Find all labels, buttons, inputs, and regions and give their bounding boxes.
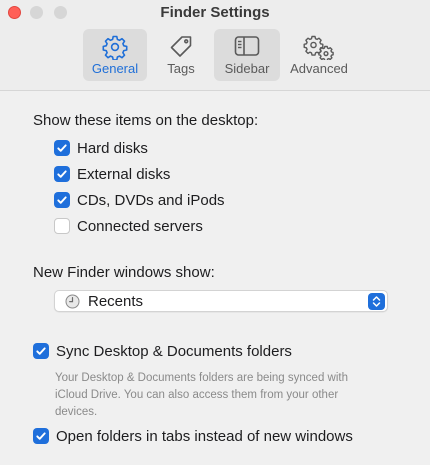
clock-icon [65, 294, 80, 309]
sync-desktop-documents-label: Sync Desktop & Documents folders [56, 342, 292, 360]
gear-icon [102, 35, 128, 60]
external-disks-label: External disks [77, 165, 171, 183]
checkbox-checked[interactable] [54, 166, 70, 182]
checkbox-checked[interactable] [33, 343, 49, 359]
desktop-items-heading: Show these items on the desktop: [33, 112, 259, 129]
window-title: Finder Settings [160, 4, 270, 21]
hard-disks-checkbox[interactable]: Hard disks [54, 139, 148, 157]
connected-servers-checkbox[interactable]: Connected servers [54, 217, 203, 235]
chevron-up-down-icon[interactable] [368, 293, 385, 310]
checkmark-icon [36, 432, 46, 440]
tab-general-label: General [91, 61, 139, 76]
tab-advanced[interactable]: Advanced [286, 29, 352, 81]
checkbox-checked[interactable] [54, 192, 70, 208]
sidebar-icon [234, 36, 260, 56]
checkmark-icon [57, 144, 67, 152]
open-in-tabs-checkbox[interactable]: Open folders in tabs instead of new wind… [33, 427, 353, 445]
tag-icon [170, 36, 192, 57]
connected-servers-label: Connected servers [77, 217, 203, 235]
tab-advanced-label: Advanced [290, 61, 348, 76]
sync-desktop-documents-checkbox[interactable]: Sync Desktop & Documents folders [33, 342, 292, 360]
gears-icon [303, 35, 334, 60]
tab-general[interactable]: General [83, 29, 147, 81]
open-in-tabs-label: Open folders in tabs instead of new wind… [56, 427, 353, 445]
checkmark-icon [36, 347, 46, 355]
tab-tags[interactable]: Tags [156, 29, 206, 81]
tab-tags-label: Tags [167, 61, 195, 76]
tab-sidebar-label: Sidebar [224, 61, 270, 76]
new-window-popup[interactable]: Recents [54, 290, 388, 312]
new-window-selected: Recents [88, 293, 144, 310]
checkbox-checked[interactable] [33, 428, 49, 444]
checkmark-icon [57, 196, 67, 204]
external-disks-checkbox[interactable]: External disks [54, 165, 170, 183]
checkbox-checked[interactable] [54, 140, 70, 156]
tab-sidebar[interactable]: Sidebar [214, 29, 280, 81]
cds-dvds-ipods-label: CDs, DVDs and iPods [77, 191, 225, 209]
cds-dvds-ipods-checkbox[interactable]: CDs, DVDs and iPods [54, 191, 225, 209]
sync-description: Your Desktop & Documents folders are bei… [55, 372, 348, 418]
new-window-heading: New Finder windows show: [33, 264, 215, 281]
window-toolbar: Finder Settings General Tags Sidebar Adv… [0, 0, 430, 91]
hard-disks-label: Hard disks [77, 139, 148, 157]
checkmark-icon [57, 170, 67, 178]
checkbox-unchecked[interactable] [54, 218, 70, 234]
